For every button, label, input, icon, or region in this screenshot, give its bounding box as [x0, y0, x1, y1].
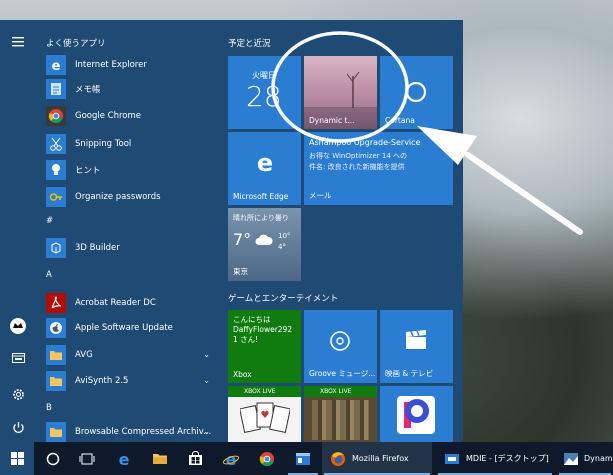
taskbar-chrome[interactable] [250, 442, 284, 475]
edge-icon: e [119, 451, 130, 467]
task-label: MDIE - [デスクトップ] [466, 454, 549, 463]
annotation-overlay [271, 31, 583, 235]
task-view-button[interactable] [70, 442, 104, 475]
folder-icon [153, 454, 167, 464]
firefox-icon [331, 451, 345, 466]
store-bag-icon [188, 451, 202, 465]
taskbar-app-window[interactable] [286, 442, 320, 475]
task-label: Mozilla Firefox [352, 454, 409, 463]
pointer-arrow-shaft [465, 152, 583, 235]
search-button[interactable] [36, 442, 70, 475]
taskbar-task-dynamic[interactable]: Dynami [557, 442, 613, 475]
taskbar-task-mdie[interactable]: MDIE - [デスクトップ] [436, 442, 554, 475]
taskbar-internet-explorer[interactable]: e [214, 442, 248, 475]
taskbar-task-firefox[interactable]: Mozilla Firefox [322, 442, 432, 475]
taskbar-store[interactable] [178, 442, 212, 475]
svg-text:e: e [119, 451, 130, 467]
taskbar-file-explorer[interactable] [143, 442, 177, 475]
task-view-icon [79, 453, 95, 464]
task-label: Dynami [584, 454, 613, 463]
mdie-app-icon [445, 453, 459, 464]
dynamic-theme-icon [564, 452, 578, 465]
pointer-arrow-head [417, 126, 477, 165]
taskbar: e e Mozilla Firefox MDIE - [デスクトップ] Dyna… [0, 442, 613, 475]
taskbar-edge[interactable]: e [107, 442, 141, 475]
internet-explorer-icon: e [223, 451, 239, 467]
windows-logo-icon [10, 452, 24, 465]
app-window-icon [296, 452, 310, 465]
highlight-ellipse [271, 31, 409, 143]
cortana-search-icon [46, 452, 60, 465]
chrome-icon [259, 451, 274, 466]
svg-text:e: e [226, 451, 237, 467]
start-button[interactable] [0, 442, 34, 475]
